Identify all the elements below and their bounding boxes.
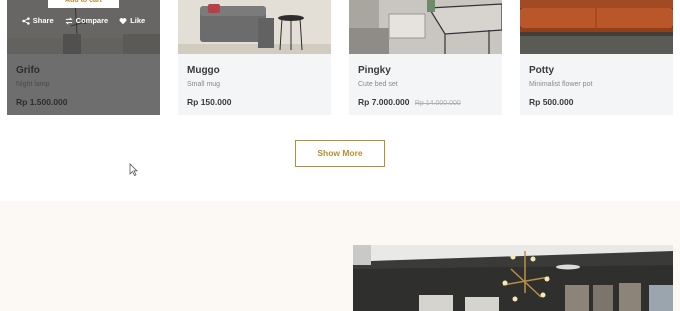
- product-card-muggo[interactable]: Muggo Small mug Rp 150.000: [178, 0, 331, 115]
- product-info: Muggo Small mug Rp 150.000: [178, 54, 331, 115]
- product-description: Small mug: [187, 81, 221, 88]
- product-price: Rp 1.500.000: [16, 97, 68, 107]
- product-grid: Add to cart Share Compare Like Grifo Nig…: [0, 0, 680, 115]
- product-price: Rp 150.000: [187, 97, 232, 107]
- product-name: Muggo: [187, 65, 220, 76]
- product-card-grifo[interactable]: Add to cart Share Compare Like Grifo Nig…: [7, 0, 160, 115]
- share-label: Share: [32, 16, 54, 25]
- product-price-row: Rp 500.000: [529, 96, 673, 108]
- like-button[interactable]: Like: [119, 16, 145, 25]
- product-description: Cute bed set: [358, 81, 398, 88]
- compare-label: Compare: [75, 16, 109, 25]
- heart-icon: [119, 17, 127, 24]
- product-description: Minimalist flower pot: [529, 81, 593, 88]
- like-label: Like: [130, 16, 146, 25]
- product-price-row: Rp 1.500.000: [16, 96, 160, 108]
- room-inspiration-image: [353, 245, 673, 311]
- product-name: Grifo: [16, 65, 40, 76]
- share-button[interactable]: Share: [22, 16, 54, 25]
- compare-button[interactable]: Compare: [65, 16, 109, 25]
- product-card-pingky[interactable]: Pingky Cute bed set Rp 7.000.000 Rp 14.0…: [349, 0, 502, 115]
- show-more-button[interactable]: Show More: [295, 140, 385, 167]
- product-info: Potty Minimalist flower pot Rp 500.000: [520, 54, 673, 115]
- product-image-muggo: [178, 0, 331, 54]
- product-image-pingky: [349, 0, 502, 54]
- product-info: Grifo Night lamp Rp 1.500.000: [7, 54, 160, 115]
- inspiration-section: [0, 201, 680, 311]
- add-to-cart-button[interactable]: Add to cart: [48, 0, 119, 8]
- product-image-potty: [520, 0, 673, 54]
- product-price-row: Rp 150.000: [187, 96, 331, 108]
- compare-icon: [65, 16, 73, 25]
- cursor-icon: [129, 163, 138, 176]
- product-name: Potty: [529, 65, 554, 76]
- product-price-row: Rp 7.000.000 Rp 14.000.000: [358, 96, 502, 110]
- product-name: Pingky: [358, 65, 391, 76]
- product-info: Pingky Cute bed set Rp 7.000.000 Rp 14.0…: [349, 54, 502, 115]
- share-icon: [22, 16, 30, 25]
- product-price: Rp 7.000.000: [358, 97, 410, 107]
- product-card-potty[interactable]: Potty Minimalist flower pot Rp 500.000: [520, 0, 673, 115]
- product-old-price: Rp 14.000.000: [414, 100, 461, 107]
- product-price: Rp 500.000: [529, 97, 574, 107]
- hover-actions: Share Compare Like: [7, 16, 160, 25]
- product-description: Night lamp: [16, 81, 50, 88]
